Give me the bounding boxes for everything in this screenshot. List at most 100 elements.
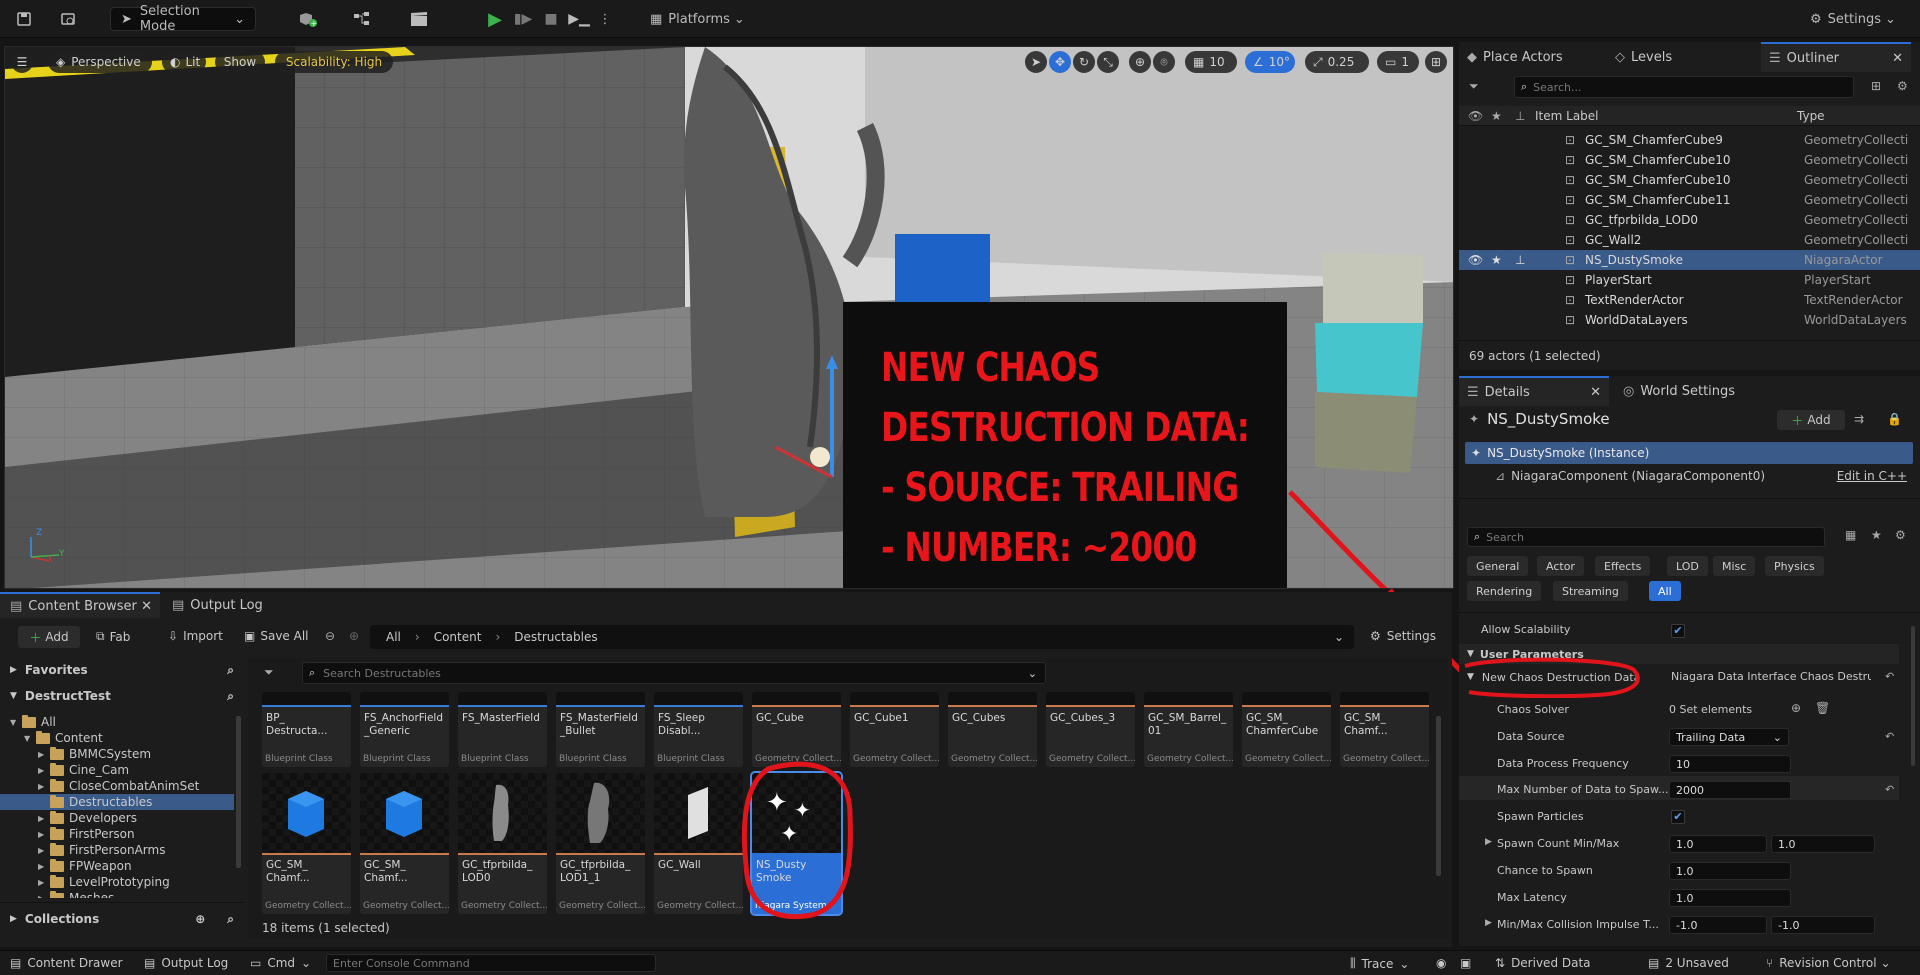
scalability-badge[interactable]: Scalability: High xyxy=(275,51,393,73)
record-icon[interactable]: ◉ xyxy=(1436,956,1446,970)
chevron-right-icon[interactable]: ▶ xyxy=(38,766,50,775)
revision-control-button[interactable]: ⑂ Revision Control ⌄ xyxy=(1766,956,1891,970)
rotate-tool-icon[interactable]: ↻ xyxy=(1073,51,1095,73)
lit-button[interactable]: ◐ Lit xyxy=(162,51,206,73)
category-rendering[interactable]: Rendering xyxy=(1467,581,1542,601)
asset-tile[interactable]: GC_Wall Geometry Collect... xyxy=(654,773,743,914)
chevron-down-icon[interactable]: ▼ xyxy=(10,718,22,727)
reset-icon[interactable]: ↶ xyxy=(1885,783,1894,796)
chevron-right-icon[interactable]: ▶ xyxy=(38,846,50,855)
surface-snap-icon[interactable]: ⌾ xyxy=(1153,51,1175,73)
trace-dropdown[interactable]: ⫼ Trace ⌄ xyxy=(1350,956,1409,971)
unsaved-button[interactable]: ▤ 2 Unsaved xyxy=(1648,956,1729,970)
asset-scrollbar[interactable] xyxy=(1436,716,1441,876)
reset-icon[interactable]: ↶ xyxy=(1885,670,1894,683)
collision-impulse-max-input[interactable]: -1.0 xyxy=(1771,916,1875,934)
scale-snap-button[interactable]: ⤢ 0.25 xyxy=(1305,51,1369,73)
pin-icon[interactable]: ⊥ xyxy=(1515,253,1525,267)
outliner-row[interactable]: ⊡ PlayerStart PlayerStart xyxy=(1459,270,1920,290)
chevron-down-icon[interactable]: ⌄ xyxy=(1334,630,1344,644)
chevron-right-icon[interactable]: ▶ xyxy=(1485,918,1492,928)
chevron-right-icon[interactable]: ▶ xyxy=(38,814,50,823)
asset-tile[interactable]: GC_tfprbilda_ LOD1_1 Geometry Collect... xyxy=(556,773,645,914)
category-effects[interactable]: Effects xyxy=(1595,556,1651,576)
chevron-right-icon[interactable]: ▶ xyxy=(38,894,50,899)
asset-tile[interactable]: GC_Cubes_3 Geometry Collect... xyxy=(1046,692,1135,767)
star-icon[interactable]: ★ xyxy=(1871,528,1882,542)
content-settings-button[interactable]: ⚙ Settings xyxy=(1370,629,1436,643)
tab-place-actors[interactable]: ◆ Place Actors xyxy=(1467,42,1563,72)
content-drawer-button[interactable]: ▤ Content Drawer xyxy=(10,956,123,970)
viewport-menu-icon[interactable]: ☰ xyxy=(11,51,33,73)
asset-tile[interactable]: FS_Sleep Disabl... Blueprint Class xyxy=(654,692,743,767)
perspective-button[interactable]: ◈ Perspective xyxy=(48,51,152,73)
asset-tile[interactable]: GC_SM_ ChamferCube Geometry Collect... xyxy=(1242,692,1331,767)
category-physics[interactable]: Physics xyxy=(1765,556,1824,576)
close-icon[interactable]: ✕ xyxy=(141,599,152,614)
collision-impulse-min-input[interactable]: -1.0 xyxy=(1669,916,1767,934)
folder-tree-item[interactable]: ▶ LevelPrototyping xyxy=(0,874,234,890)
outliner-row[interactable]: ⊡ GC_SM_ChamferCube11 GeometryCollecti xyxy=(1459,190,1920,210)
chevron-right-icon[interactable]: ▶ xyxy=(1485,837,1492,847)
folder-tree-item[interactable]: ▶ Developers xyxy=(0,810,234,826)
chevron-right-icon[interactable]: ▶ xyxy=(38,878,50,887)
details-search[interactable]: ⌕ Search xyxy=(1467,527,1825,547)
history-forward-icon[interactable]: ⊕ xyxy=(349,629,359,643)
save-all-button[interactable]: ▣ Save All xyxy=(244,629,309,643)
stop-icon[interactable]: ■ xyxy=(540,7,562,31)
search-icon[interactable]: ⌕ xyxy=(227,912,234,927)
chevron-right-icon[interactable]: ▶ xyxy=(38,862,50,871)
level-viewport[interactable]: ☰ ◈ Perspective ◐ Lit Show Scalability: … xyxy=(4,46,1454,589)
breadcrumb-all[interactable]: All xyxy=(386,630,401,644)
tab-world-settings[interactable]: ◎ World Settings xyxy=(1623,376,1735,406)
breadcrumb-destructables[interactable]: Destructables xyxy=(514,630,597,644)
save-icon[interactable] xyxy=(12,7,36,31)
filter-icon[interactable]: ⏷ xyxy=(1469,79,1489,94)
chevron-down-icon[interactable]: ⌄ xyxy=(1028,667,1037,680)
derived-data-button[interactable]: ⇅ Derived Data xyxy=(1495,956,1591,970)
select-tool-icon[interactable]: ➤ xyxy=(1025,51,1047,73)
spawn-count-max-input[interactable]: 1.0 xyxy=(1771,835,1875,853)
add-actor-icon[interactable]: + xyxy=(290,7,330,31)
lock-icon[interactable]: 🔒 xyxy=(1887,412,1902,426)
add-folder-icon[interactable]: ⊞ xyxy=(1871,79,1881,93)
outliner-row[interactable]: ⊡ GC_SM_ChamferCube10 GeometryCollecti xyxy=(1459,150,1920,170)
max-number-input[interactable]: 2000 xyxy=(1669,781,1791,799)
asset-tile[interactable]: FS_MasterField Blueprint Class xyxy=(458,692,547,767)
chevron-right-icon[interactable]: ▶ xyxy=(38,750,50,759)
tree-scrollbar[interactable] xyxy=(236,716,241,868)
eject-icon[interactable]: ▶▁ xyxy=(568,7,590,31)
close-icon[interactable]: ✕ xyxy=(1892,51,1903,66)
folder-tree-item[interactable]: ▶ BMMCSystem xyxy=(0,746,234,762)
rotation-snap-button[interactable]: ∠ 10° xyxy=(1245,51,1295,73)
import-button[interactable]: ⇩ Import xyxy=(168,629,223,643)
project-header[interactable]: ▼ DestructTest ⌕ xyxy=(10,684,240,708)
cinematics-icon[interactable] xyxy=(402,7,442,31)
asset-tile[interactable]: FS_AnchorField _Generic Blueprint Class xyxy=(360,692,449,767)
trash-icon[interactable]: 🗑 xyxy=(1815,701,1830,715)
search-icon[interactable]: ⌕ xyxy=(227,689,234,704)
category-actor[interactable]: Actor xyxy=(1537,556,1584,576)
tab-outliner[interactable]: ☰ Outliner ✕ xyxy=(1761,42,1911,72)
component-instance-row[interactable]: ✦ NS_DustySmoke (Instance) xyxy=(1465,442,1913,464)
folder-tree-item[interactable]: Destructables xyxy=(0,794,234,810)
folder-tree-item[interactable]: ▼ All xyxy=(0,714,234,730)
asset-tile[interactable]: FS_MasterField _Bullet Blueprint Class xyxy=(556,692,645,767)
browse-level-icon[interactable] xyxy=(56,7,80,31)
folder-tree-item[interactable]: ▶ FirstPersonArms xyxy=(0,842,234,858)
grid-snap-button[interactable]: ▦ 10 xyxy=(1185,51,1237,73)
blueprint-icon[interactable] xyxy=(345,7,385,31)
outliner-row[interactable]: ⊡ WorldDataLayers WorldDataLayers xyxy=(1459,310,1920,330)
spawn-count-min-input[interactable]: 1.0 xyxy=(1669,835,1767,853)
eye-icon[interactable]: 👁 xyxy=(1468,253,1483,267)
outliner-row[interactable]: 👁 ★ ⊥ ⊡ NS_DustySmoke NiagaraActor xyxy=(1459,250,1920,270)
folder-tree-item[interactable]: ▶ CloseCombatAnimSet xyxy=(0,778,234,794)
more-options-icon[interactable]: ⋮ xyxy=(598,7,612,31)
asset-tile[interactable]: GC_SM_Barrel_ 01 Geometry Collect... xyxy=(1144,692,1233,767)
data-process-frequency-input[interactable]: 10 xyxy=(1669,755,1791,773)
world-local-icon[interactable]: ⊕ xyxy=(1129,51,1151,73)
allow-scalability-checkbox[interactable]: ✔ xyxy=(1671,624,1685,638)
outliner-search[interactable]: ⌕ Search... xyxy=(1514,76,1854,98)
folder-tree-item[interactable]: ▶ FPWeapon xyxy=(0,858,234,874)
collections-header[interactable]: ▶ Collections ⊕ ⌕ xyxy=(10,908,240,930)
